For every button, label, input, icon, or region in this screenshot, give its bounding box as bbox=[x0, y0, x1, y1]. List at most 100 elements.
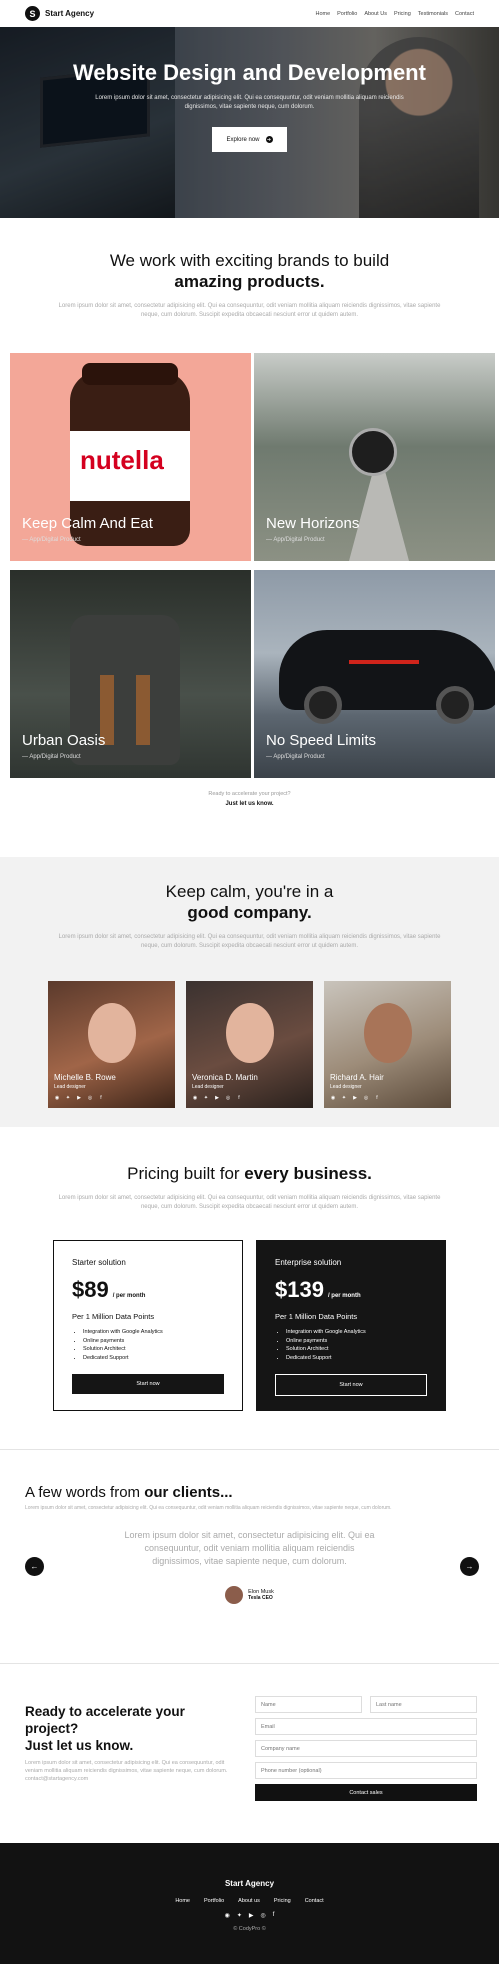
portfolio-item-no-speed-limits[interactable]: No Speed Limits — App/Digital Product bbox=[254, 570, 495, 778]
portfolio-title-bold: amazing products. bbox=[174, 272, 325, 291]
avatar bbox=[225, 1586, 244, 1604]
plan-price: $139/ per month bbox=[275, 1277, 427, 1303]
dribbble-icon[interactable]: ◎ bbox=[260, 1912, 265, 1919]
facebook-icon[interactable]: f bbox=[374, 1095, 380, 1101]
testimonials-text: Lorem ipsum dolor sit amet, consectetur … bbox=[25, 1505, 392, 1511]
contact-email[interactable]: contact@startagency.com bbox=[25, 1775, 235, 1783]
contact-text: Lorem ipsum dolor sit amet, consectetur … bbox=[25, 1760, 228, 1774]
portfolio-item-category: — App/Digital Product bbox=[266, 537, 325, 543]
nav-item-contact[interactable]: Contact bbox=[455, 11, 474, 17]
last-name-input[interactable] bbox=[370, 1696, 477, 1713]
nav-item-pricing[interactable]: Pricing bbox=[394, 11, 411, 17]
plan-feature: Online payments bbox=[286, 1337, 427, 1346]
team-title-bold: good company. bbox=[187, 903, 312, 922]
name-input[interactable] bbox=[255, 1696, 362, 1713]
just-let-us-know-link[interactable]: Just let us know. bbox=[225, 801, 273, 807]
plan-features: Integration with Google Analytics Online… bbox=[286, 1328, 427, 1362]
team-title: Keep calm, you're in a good company. bbox=[0, 881, 499, 923]
hero-section: Website Design and Development Lorem ips… bbox=[0, 27, 499, 218]
facebook-icon[interactable]: f bbox=[98, 1095, 104, 1101]
facebook-icon[interactable]: f bbox=[236, 1095, 242, 1101]
prev-testimonial-button[interactable]: ← bbox=[25, 1557, 44, 1576]
brand[interactable]: S Start Agency bbox=[25, 6, 94, 21]
footer-link-portfolio[interactable]: Portfolio bbox=[204, 1898, 224, 1904]
portfolio-cta: Ready to accelerate your project? Just l… bbox=[0, 791, 499, 807]
member-role: Lead designer bbox=[54, 1084, 86, 1090]
contact-section: Ready to accelerate your project? Just l… bbox=[0, 1663, 499, 1843]
nav-item-portfolio[interactable]: Portfolio bbox=[337, 11, 357, 17]
instagram-icon[interactable]: ◉ bbox=[192, 1095, 198, 1101]
twitter-icon[interactable]: ✦ bbox=[341, 1095, 347, 1101]
portfolio-item-category: — App/Digital Product bbox=[22, 537, 81, 543]
portfolio-title-light: We work with exciting brands to build bbox=[109, 251, 390, 270]
nav-item-home[interactable]: Home bbox=[315, 11, 330, 17]
contact-form: Contact sales bbox=[255, 1696, 477, 1843]
pricing-title-light: Pricing built for bbox=[127, 1164, 240, 1183]
member-role: Lead designer bbox=[192, 1084, 224, 1090]
plan-name: Starter solution bbox=[72, 1258, 126, 1267]
footer-link-pricing[interactable]: Pricing bbox=[274, 1898, 291, 1904]
testimonials-title: A few words from our clients... bbox=[25, 1484, 474, 1501]
pricing-section: Pricing built for every business. Lorem … bbox=[0, 1127, 499, 1449]
pricing-title: Pricing built for every business. bbox=[0, 1163, 499, 1184]
portfolio-item-category: — App/Digital Product bbox=[266, 754, 325, 760]
plan-period: / per month bbox=[327, 1293, 361, 1299]
portfolio-item-urban-oasis[interactable]: Urban Oasis — App/Digital Product bbox=[10, 570, 251, 778]
youtube-icon[interactable]: ▶ bbox=[76, 1095, 82, 1101]
jar-label-text: nutella bbox=[80, 445, 164, 475]
dribbble-icon[interactable]: ◎ bbox=[363, 1095, 369, 1101]
contact-sales-button[interactable]: Contact sales bbox=[255, 1784, 477, 1801]
testimonial-author: Elon Musk Tesla CEO bbox=[25, 1586, 474, 1604]
hero-title: Website Design and Development bbox=[73, 60, 426, 85]
dribbble-icon[interactable]: ◎ bbox=[225, 1095, 231, 1101]
start-now-button[interactable]: Start now bbox=[275, 1374, 427, 1396]
company-input[interactable] bbox=[255, 1740, 477, 1757]
hero-text: Lorem ipsum dolor sit amet, consectetur … bbox=[95, 95, 404, 110]
copyright: © CodyPro © bbox=[233, 1926, 266, 1932]
footer-link-contact[interactable]: Contact bbox=[305, 1898, 324, 1904]
member-name: Michelle B. Rowe bbox=[54, 1073, 116, 1082]
plan-card-enterprise: Enterprise solution $139/ per month Per … bbox=[256, 1240, 446, 1411]
youtube-icon[interactable]: ▶ bbox=[249, 1912, 254, 1919]
top-navbar: S Start Agency Home Portfolio About Us P… bbox=[0, 0, 499, 27]
portrait-image bbox=[226, 1003, 274, 1063]
footer-brand: Start Agency bbox=[224, 1879, 275, 1888]
next-testimonial-button[interactable]: → bbox=[460, 1557, 479, 1576]
footer-link-about-us[interactable]: About us bbox=[238, 1898, 260, 1904]
nav-item-testimonials[interactable]: Testimonials bbox=[418, 11, 448, 17]
portfolio-title: We work with exciting brands to build am… bbox=[0, 250, 499, 292]
portfolio-item-new-horizons[interactable]: New Horizons — App/Digital Product bbox=[254, 353, 495, 561]
phone-input[interactable] bbox=[255, 1762, 477, 1779]
portfolio-item-name: No Speed Limits bbox=[266, 732, 377, 749]
portfolio-item-name: Keep Calm And Eat bbox=[22, 515, 153, 532]
dribbble-icon[interactable]: ◎ bbox=[87, 1095, 93, 1101]
car-image bbox=[279, 630, 495, 724]
email-input[interactable] bbox=[255, 1718, 477, 1735]
instagram-icon[interactable]: ◉ bbox=[330, 1095, 336, 1101]
twitter-icon[interactable]: ✦ bbox=[65, 1095, 71, 1101]
youtube-icon[interactable]: ▶ bbox=[352, 1095, 358, 1101]
twitter-icon[interactable]: ✦ bbox=[203, 1095, 209, 1101]
footer-link-home[interactable]: Home bbox=[175, 1898, 190, 1904]
explore-now-button[interactable]: Explore now ➜ bbox=[212, 127, 287, 152]
contact-title-line-2: Just let us know. bbox=[25, 1738, 134, 1753]
portfolio-section: We work with exciting brands to build am… bbox=[0, 218, 499, 807]
facebook-icon[interactable]: f bbox=[273, 1912, 275, 1919]
member-name: Richard A. Hair bbox=[330, 1073, 384, 1082]
nav-item-about-us[interactable]: About Us bbox=[364, 11, 387, 17]
footer: Start Agency Home Portfolio About us Pri… bbox=[0, 1843, 499, 1964]
cta-question: Ready to accelerate your project? bbox=[208, 791, 291, 797]
instagram-icon[interactable]: ◉ bbox=[54, 1095, 60, 1101]
pricing-title-bold: every business. bbox=[244, 1164, 372, 1183]
instagram-icon[interactable]: ◉ bbox=[225, 1912, 230, 1919]
portfolio-item-keep-calm[interactable]: nutella Keep Calm And Eat — App/Digital … bbox=[10, 353, 251, 561]
plan-data-points: Per 1 Million Data Points bbox=[275, 1312, 358, 1321]
explore-now-label: Explore now bbox=[226, 136, 260, 143]
plan-feature: Solution Architect bbox=[83, 1345, 224, 1354]
portfolio-item-category: — App/Digital Product bbox=[22, 754, 81, 760]
plan-price-value: $89 bbox=[72, 1277, 109, 1302]
youtube-icon[interactable]: ▶ bbox=[214, 1095, 220, 1101]
twitter-icon[interactable]: ✦ bbox=[237, 1912, 242, 1919]
plan-features: Integration with Google Analytics Online… bbox=[83, 1328, 224, 1362]
start-now-button[interactable]: Start now bbox=[72, 1374, 224, 1394]
